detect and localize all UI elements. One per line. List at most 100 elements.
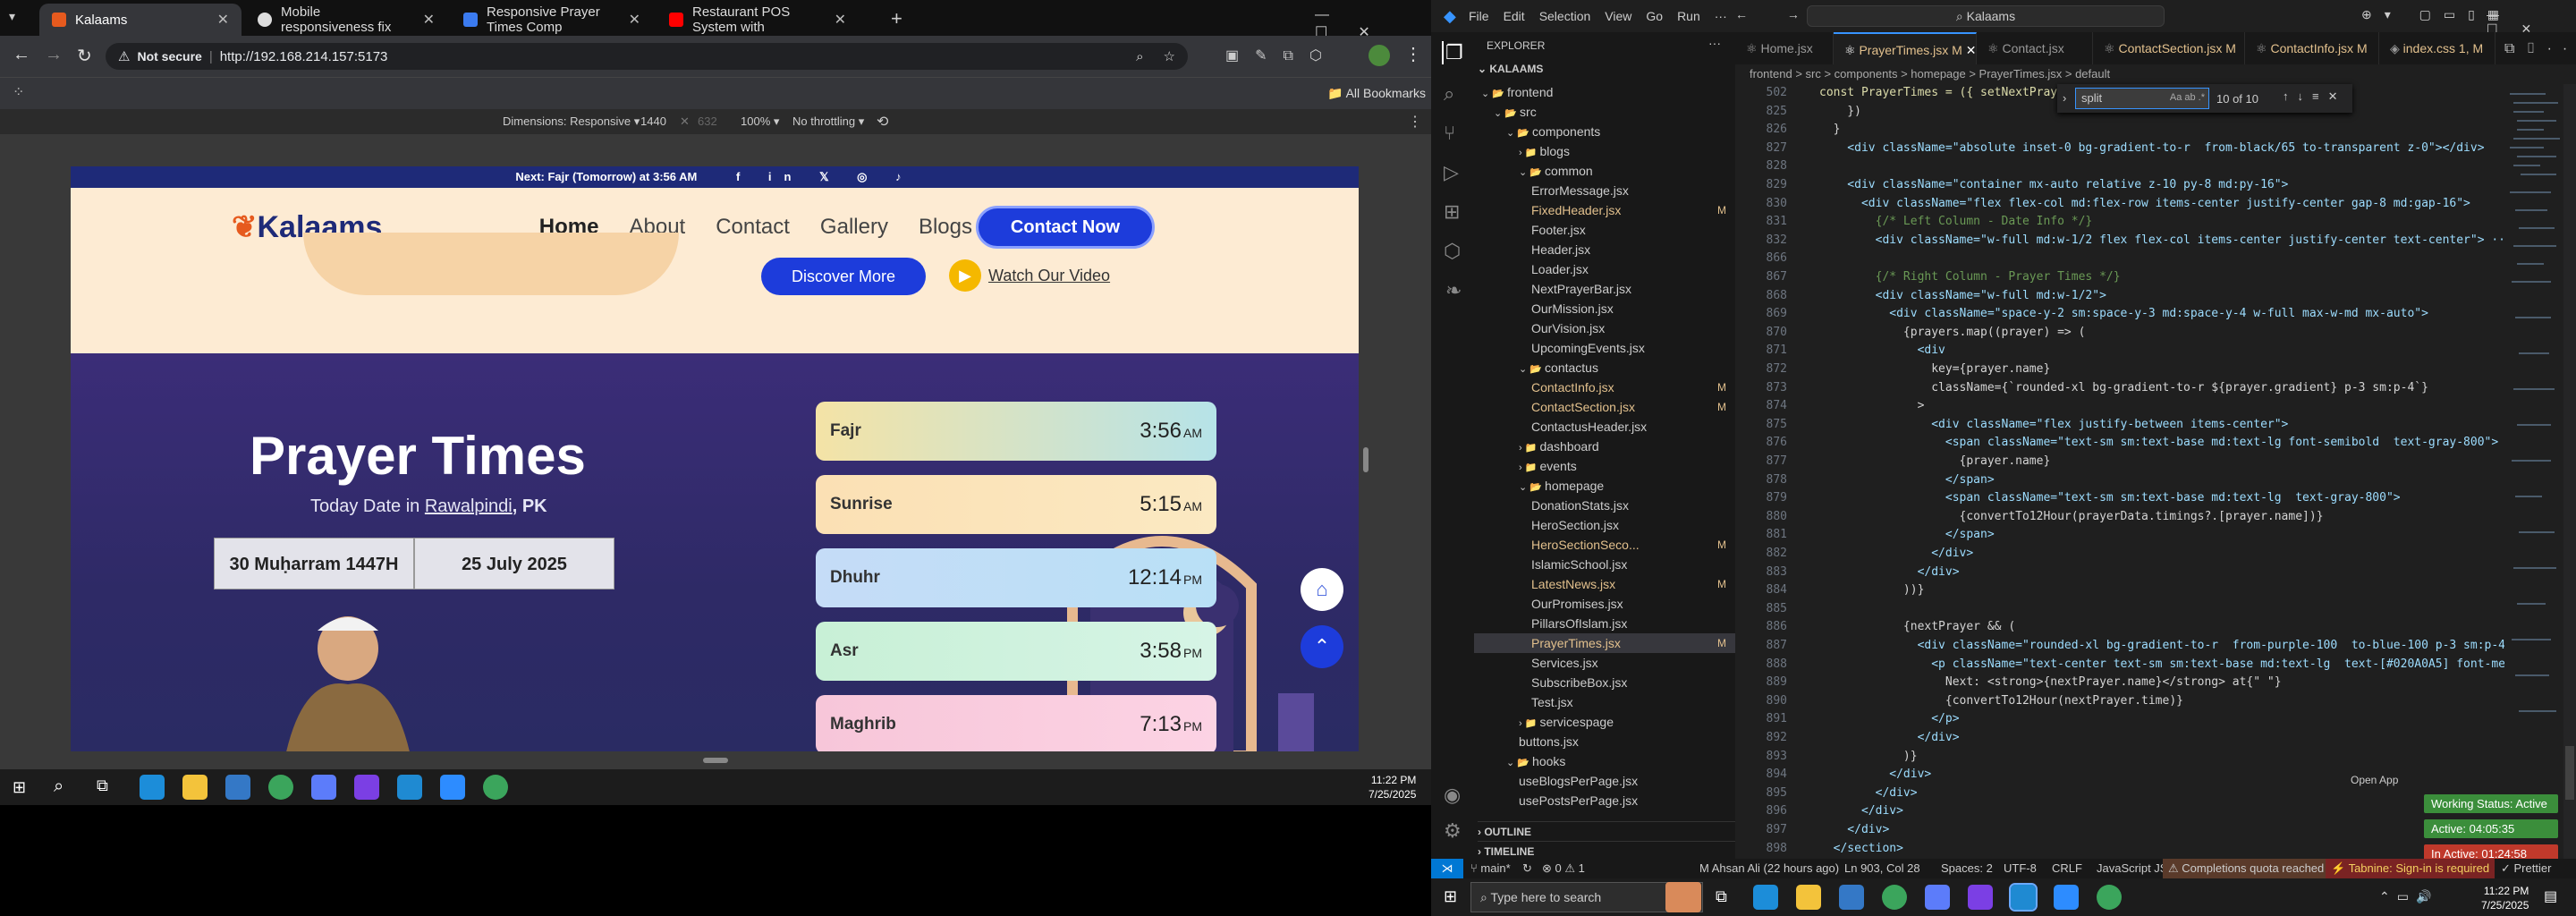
tree-item[interactable]: OurPromises.jsx	[1474, 594, 1735, 614]
tree-item[interactable]: PrayerTimes.jsx M	[1474, 633, 1735, 653]
edge-icon[interactable]	[140, 775, 165, 800]
vscode-icon[interactable]	[2009, 883, 2038, 912]
find-input[interactable]: split Aa ab .*	[2075, 88, 2209, 109]
find-toggle-icon[interactable]: ›	[2063, 91, 2066, 105]
chrome-icon-2[interactable]	[483, 775, 508, 800]
remote-indicator[interactable]: ⋊	[1431, 859, 1463, 878]
new-tab-button[interactable]: +	[891, 7, 902, 30]
open-app-label[interactable]: Open App	[2343, 771, 2405, 789]
nav-arrows[interactable]: ← →	[1735, 7, 1818, 21]
close-icon[interactable]: ✕	[423, 11, 435, 29]
tree-item[interactable]: UpcomingEvents.jsx	[1474, 338, 1735, 358]
editor-tab-indexcss[interactable]: ◈ index.css 1, M	[2379, 32, 2496, 64]
back-icon[interactable]: ←	[13, 45, 30, 65]
menu-file[interactable]: File	[1469, 9, 1489, 23]
prettier-status[interactable]: ✓ Prettier	[2501, 859, 2551, 878]
tree-item[interactable]: FixedHeader.jsx M	[1474, 200, 1735, 220]
app-icon[interactable]	[1925, 885, 1950, 910]
menu-icon[interactable]: ⋮	[1404, 43, 1422, 65]
tree-item[interactable]: ⌄ 📂 common	[1474, 161, 1735, 181]
tree-item[interactable]: ⌄ 📂 contactus	[1474, 358, 1735, 377]
tree-item[interactable]: ErrorMessage.jsx	[1474, 181, 1735, 200]
windows-start-icon[interactable]: ⊞	[13, 778, 26, 797]
tree-item[interactable]: NextPrayerBar.jsx	[1474, 279, 1735, 299]
minimap[interactable]	[2504, 84, 2576, 859]
store-icon[interactable]	[225, 775, 250, 800]
address-bar[interactable]: ⚠ Not secure | http://192.168.214.157:51…	[106, 43, 1188, 70]
store-icon[interactable]	[1839, 885, 1864, 910]
tree-item[interactable]: HeroSectionSeco... M	[1474, 535, 1735, 555]
outline-section[interactable]: › OUTLINE	[1478, 821, 1735, 838]
close-icon[interactable]: ✕	[629, 11, 640, 29]
zoom-select[interactable]: 100% ▾	[741, 114, 779, 129]
watch-video-button[interactable]: ▶ Watch Our Video	[949, 259, 1110, 292]
zoom-icon[interactable]	[2054, 885, 2079, 910]
timeline-section[interactable]: › TIMELINE	[1478, 841, 1735, 858]
tab-restaurant-pos[interactable]: Restaurant POS System with ✕	[657, 4, 859, 36]
tab-prayer-comp[interactable]: Responsive Prayer Times Comp ✕	[451, 4, 653, 36]
tree-item[interactable]: Loader.jsx	[1474, 259, 1735, 279]
chrome-icon[interactable]	[268, 775, 293, 800]
encoding-setting[interactable]: UTF-8	[2004, 859, 2037, 878]
tree-item[interactable]: buttons.jsx	[1474, 732, 1735, 751]
tree-item[interactable]: ContactusHeader.jsx	[1474, 417, 1735, 437]
tab-search-icon[interactable]: ▾	[9, 9, 15, 24]
windows-start-icon[interactable]: ⊞	[1444, 887, 1457, 906]
tree-item[interactable]: OurVision.jsx	[1474, 318, 1735, 338]
source-control-icon[interactable]: ⑂	[1444, 122, 1455, 145]
explorer-root[interactable]: ⌄ KALAAMS	[1478, 63, 1543, 75]
menu-edit[interactable]: Edit	[1504, 9, 1525, 23]
clock[interactable]: 11:22 PM 7/25/2025	[2481, 884, 2529, 912]
chrome-icon-2[interactable]	[2097, 885, 2122, 910]
mongodb-leaf-icon[interactable]: ❧	[1445, 279, 1462, 302]
menu-more[interactable]: ···	[1715, 9, 1727, 23]
explorer-icon[interactable]	[1796, 885, 1821, 910]
notification-icon[interactable]: ▤	[2544, 887, 2557, 905]
editor-tab-contactsection[interactable]: ⚛ ContactSection.jsx M	[2093, 32, 2245, 64]
tree-item[interactable]: usePostsPerPage.jsx	[1474, 791, 1735, 810]
editor-tab-prayertimes[interactable]: ⚛ PrayerTimes.jsx M ✕	[1834, 32, 1977, 64]
tree-item[interactable]: LatestNews.jsx M	[1474, 574, 1735, 594]
close-icon[interactable]: ✕	[217, 11, 229, 29]
account-icon[interactable]: ◉	[1444, 784, 1461, 807]
menu-go[interactable]: Go	[1646, 9, 1663, 23]
task-view-icon[interactable]: ⧉	[1716, 887, 1727, 906]
eol-setting[interactable]: CRLF	[2052, 859, 2082, 878]
find-nav[interactable]: ↑↓≡✕	[2283, 89, 2346, 104]
menu-view[interactable]: View	[1605, 9, 1631, 23]
cursor-position[interactable]: Ln 903, Col 28	[1844, 859, 1920, 878]
tree-item[interactable]: DonationStats.jsx	[1474, 496, 1735, 515]
contact-now-button[interactable]: Contact Now	[976, 206, 1155, 249]
menu-run[interactable]: Run	[1677, 9, 1700, 23]
more-icon[interactable]: ⋮	[1408, 113, 1422, 131]
explorer-more-icon[interactable]: ···	[1708, 36, 1721, 50]
github-desktop-icon[interactable]	[354, 775, 379, 800]
reload-icon[interactable]: ↻	[77, 45, 92, 67]
tree-item[interactable]: › 📁 servicespage	[1474, 712, 1735, 732]
apps-grid-icon[interactable]: ⁘	[13, 83, 24, 101]
search-icon[interactable]: ⌕	[54, 776, 64, 797]
breadcrumb[interactable]: frontend > src > components > homepage >…	[1735, 64, 2576, 84]
tab-kalaams[interactable]: Kalaams ✕	[39, 4, 242, 36]
forward-icon[interactable]: →	[45, 45, 63, 65]
search-icon[interactable]: ⌕	[1136, 49, 1143, 64]
copilot-quota[interactable]: ⚠ Completions quota reached	[2163, 859, 2330, 878]
tree-item[interactable]: ⌄ 📂 homepage	[1474, 476, 1735, 496]
code-editor[interactable]: 502 const PrayerTimes = ({ setNextPrayer,…	[1735, 84, 2533, 886]
tree-item[interactable]: IslamicSchool.jsx	[1474, 555, 1735, 574]
edge-icon[interactable]	[1753, 885, 1778, 910]
nav-gallery[interactable]: Gallery	[820, 215, 888, 240]
tree-item[interactable]: PillarsOfIslam.jsx	[1474, 614, 1735, 633]
branch-indicator[interactable]: ⑂ main*	[1470, 859, 1511, 878]
rotate-icon[interactable]: ⟲	[877, 113, 888, 131]
tree-item[interactable]: Header.jsx	[1474, 240, 1735, 259]
sync-icon[interactable]: ↻	[1522, 859, 1532, 878]
throttle-select[interactable]: No throttling ▾	[792, 114, 864, 129]
tab-mobile-fix[interactable]: Mobile responsiveness fix ✕	[245, 4, 447, 36]
tree-item[interactable]: ⌄ 📂 hooks	[1474, 751, 1735, 771]
resize-handle-bottom[interactable]	[703, 758, 728, 763]
scroll-top-button[interactable]: ⌃	[1301, 625, 1343, 668]
profile-avatar[interactable]	[1368, 45, 1390, 66]
bookmark-star-icon[interactable]: ☆	[1164, 48, 1175, 64]
close-icon[interactable]: ✕	[835, 11, 846, 29]
